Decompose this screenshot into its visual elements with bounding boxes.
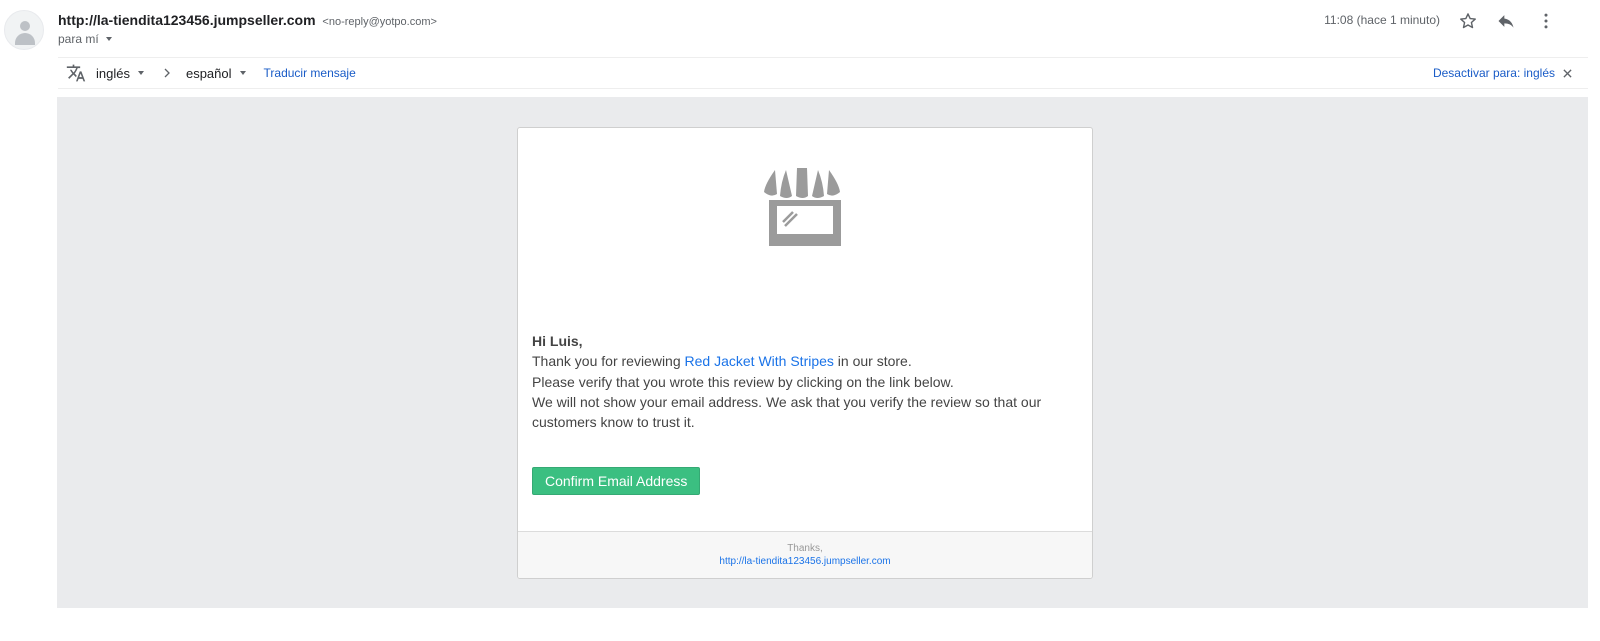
email-message: Hi Luis, Thank you for reviewing Red Jac… — [532, 331, 1072, 432]
avatar-head-shape — [20, 21, 30, 31]
product-link[interactable]: Red Jacket With Stripes — [685, 353, 834, 369]
close-icon[interactable] — [1563, 68, 1572, 78]
message-line-2: Please verify that you wrote this review… — [532, 373, 954, 390]
translate-message-link[interactable]: Traducir mensaje — [264, 66, 356, 80]
recipient-label: para mí — [58, 32, 99, 46]
footer-thanks: Thanks, — [787, 543, 823, 554]
message-line-3: We will not show your email address. We … — [532, 393, 1042, 431]
email-timestamp: 11:08 (hace 1 minuto) — [1324, 13, 1440, 27]
disable-translation-link[interactable]: Desactivar para: inglés — [1433, 66, 1555, 80]
sender-avatar[interactable] — [4, 10, 44, 50]
target-language-label: español — [185, 65, 232, 81]
storefront-icon — [763, 166, 849, 255]
message-line-1-start: Thank you for reviewing — [532, 353, 685, 370]
translate-icon — [66, 63, 86, 83]
email-footer: Thanks, http://la-tiendita123456.jumpsel… — [518, 531, 1092, 578]
sender-line: http://la-tiendita123456.jumpseller.com … — [58, 12, 437, 28]
avatar-body-shape — [15, 33, 35, 45]
footer-store-link[interactable]: http://la-tiendita123456.jumpseller.com — [518, 555, 1092, 568]
chevron-down-icon[interactable] — [105, 37, 112, 41]
chevron-down-icon — [239, 71, 246, 75]
source-language-select[interactable]: inglés — [96, 66, 144, 81]
sender-name[interactable]: http://la-tiendita123456.jumpseller.com — [58, 12, 316, 28]
star-icon[interactable] — [1456, 9, 1480, 33]
source-language-label: inglés — [96, 65, 130, 81]
reply-icon[interactable] — [1494, 9, 1518, 33]
more-vertical-icon[interactable] — [1534, 9, 1558, 33]
translate-bar: inglés español Traducir mensaje Desactiv… — [58, 57, 1588, 89]
email-body-canvas: Hi Luis, Thank you for reviewing Red Jac… — [57, 97, 1588, 608]
message-line-1: Thank you for reviewing Red Jacket With … — [532, 351, 1072, 371]
chevron-down-icon — [137, 71, 144, 75]
recipient-dropdown[interactable]: para mí — [58, 32, 112, 46]
target-language-select[interactable]: español — [186, 66, 246, 81]
confirm-email-button[interactable]: Confirm Email Address — [532, 467, 701, 495]
email-card: Hi Luis, Thank you for reviewing Red Jac… — [517, 127, 1093, 579]
message-line-1-end: in our store. — [833, 353, 912, 370]
sender-email: <no-reply@yotpo.com> — [322, 16, 437, 28]
chevron-right-icon — [162, 68, 172, 78]
disable-translate-group: Desactivar para: inglés — [1433, 66, 1572, 80]
greeting: Hi Luis, — [532, 333, 583, 349]
